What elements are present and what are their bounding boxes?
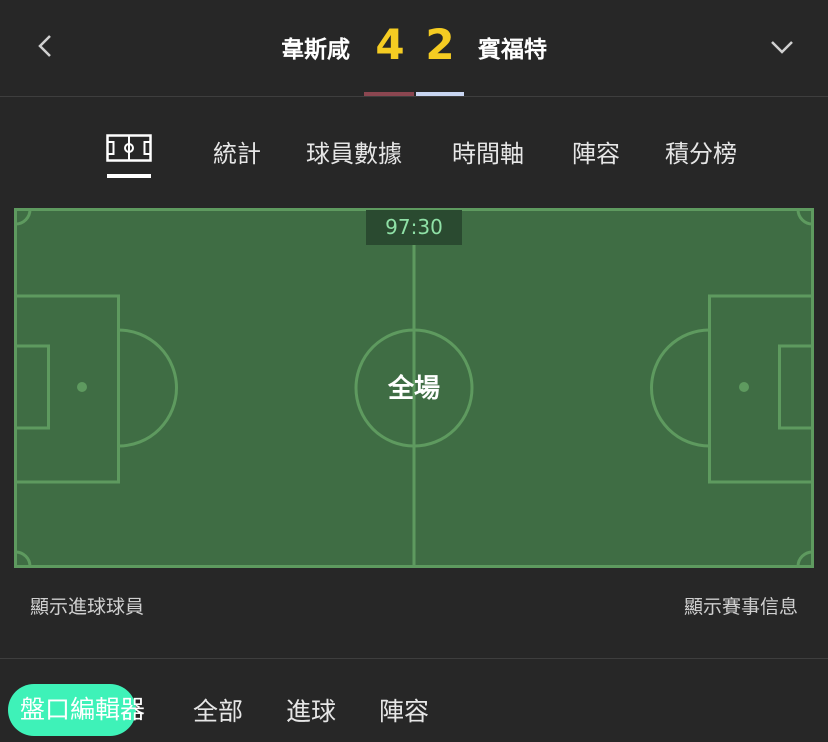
filter-all[interactable]: 全部 [193, 692, 243, 728]
period-label: 全場 [387, 374, 440, 404]
filter-goals[interactable]: 進球 [286, 692, 336, 728]
section-divider [0, 658, 828, 659]
filter-lineup[interactable]: 陣容 [379, 692, 429, 728]
match-timer: 97:30 [366, 210, 462, 245]
away-score: 2 [425, 20, 455, 69]
tab-timeline[interactable]: 時間軸 [452, 134, 524, 169]
show-match-info-toggle[interactable]: 顯示賽事信息 [684, 592, 798, 619]
scoreboard: 韋斯咸 4 2 賓福特 [0, 20, 828, 72]
header-divider [0, 96, 828, 97]
pitch-icon[interactable] [106, 134, 152, 162]
show-scorers-toggle[interactable]: 顯示進球球員 [30, 592, 144, 619]
match-header: 韋斯咸 4 2 賓福特 [0, 0, 828, 96]
away-team-name: 賓福特 [478, 37, 547, 63]
tab-stats[interactable]: 統計 [213, 134, 261, 169]
home-score: 4 [375, 20, 405, 69]
tab-lineup[interactable]: 陣容 [572, 134, 620, 169]
chevron-down-icon[interactable] [766, 30, 798, 62]
home-team-name: 韋斯咸 [281, 37, 350, 63]
odds-editor-button[interactable]: 盤口編輯器 [8, 684, 145, 736]
active-tab-underline [107, 174, 151, 178]
tab-player-data[interactable]: 球員數據 [306, 134, 402, 169]
tab-bar: 統計 球員數據 時間軸 陣容 積分榜 [0, 126, 828, 182]
tab-standings[interactable]: 積分榜 [665, 134, 737, 169]
